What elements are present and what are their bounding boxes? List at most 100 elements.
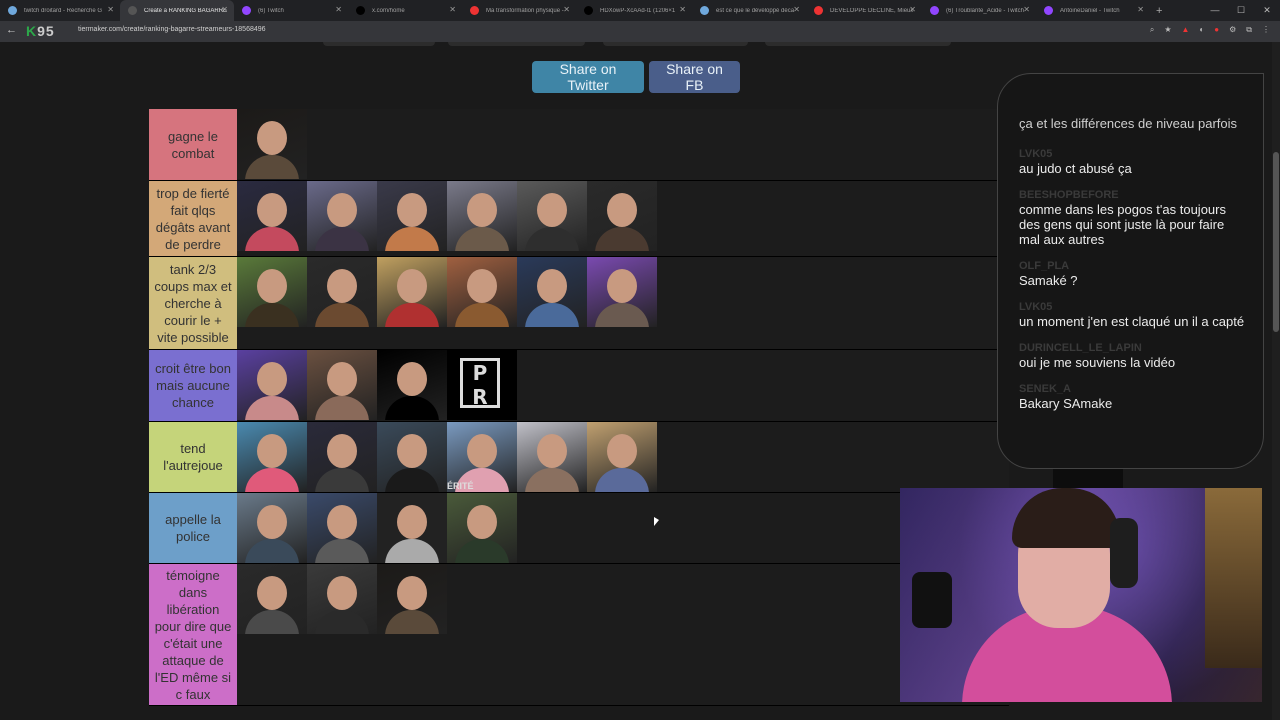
streamer-avatar[interactable] (517, 257, 587, 327)
tier-items (237, 257, 657, 349)
avatar-face (327, 269, 357, 303)
avatar-face (397, 576, 427, 610)
streamer-avatar[interactable] (587, 181, 657, 251)
streamer-avatar[interactable] (307, 422, 377, 492)
close-tab-icon[interactable]: ✕ (1137, 5, 1144, 14)
browser-tab[interactable]: twitch droitard - Recherche G ✕ (0, 0, 120, 21)
streamer-avatar[interactable] (377, 493, 447, 563)
scrollbar-thumb[interactable] (1273, 152, 1279, 332)
streamer-avatar[interactable] (307, 257, 377, 327)
streamer-avatar[interactable] (517, 181, 587, 251)
extension-icon[interactable]: ▲ (1182, 25, 1190, 35)
streamer-avatar[interactable] (307, 350, 377, 420)
streamer-avatar[interactable]: P R (447, 350, 517, 420)
streamer-avatar[interactable] (377, 350, 447, 420)
streamer-avatar[interactable]: ÉRITÉ (447, 422, 517, 492)
chat-username: LVK05 (1019, 148, 1053, 160)
browser-tab[interactable]: DÉVELOPPÉ DÉCLINÉ, Mieux ✕ (806, 0, 922, 21)
maximize-icon[interactable]: ☐ (1228, 0, 1254, 21)
close-tab-icon[interactable]: ✕ (563, 5, 570, 14)
site-logo[interactable]: K95 (26, 23, 72, 40)
settings-icon[interactable]: ⚙ (1229, 25, 1236, 35)
tier-label[interactable]: tend l'autrejoue (149, 422, 237, 492)
tier-label[interactable]: appelle la police (149, 493, 237, 563)
avatar-face (467, 269, 497, 303)
address-bar[interactable]: tiermaker.com/create/ranking-bagarre-str… (78, 26, 266, 33)
back-arrow-icon[interactable]: ← (6, 24, 17, 36)
browser-tab[interactable]: HDXowP-XcAAd-l1 (1206×1 ✕ (576, 0, 692, 21)
record-icon[interactable]: ● (1214, 25, 1219, 35)
tier-list: gagne le combat trop de fierté fait qlqs … (149, 109, 1009, 706)
streamer-avatar[interactable] (237, 257, 307, 327)
tier-items (237, 493, 517, 563)
avatar-body (245, 468, 299, 492)
close-tab-icon[interactable]: ✕ (679, 5, 686, 14)
scrollbar[interactable] (1272, 42, 1280, 720)
streamer-avatar[interactable] (517, 422, 587, 492)
streamer-avatar[interactable] (447, 493, 517, 563)
browser-tab[interactable]: Ma transformation physique - ✕ (462, 0, 576, 21)
extension-icon[interactable]: ◐ (1199, 25, 1204, 35)
close-tab-icon[interactable]: ✕ (449, 5, 456, 14)
streamer-avatar[interactable] (237, 422, 307, 492)
close-tab-icon[interactable]: ✕ (107, 5, 114, 14)
new-tab-button[interactable]: + (1156, 5, 1162, 17)
browser-tab[interactable]: est ce que le développé déca ✕ (692, 0, 806, 21)
browser-tab[interactable]: AntoineDaniel - Twitch ✕ (1036, 0, 1150, 21)
streamer-avatar[interactable] (587, 422, 657, 492)
avatar-body (595, 303, 649, 327)
streamer-avatar[interactable] (237, 350, 307, 420)
close-tab-icon[interactable]: ✕ (793, 5, 800, 14)
close-tab-icon[interactable]: ✕ (335, 5, 342, 14)
button-stub[interactable] (323, 42, 435, 46)
browser-tab[interactable]: (6) Twitch ✕ (234, 0, 348, 21)
streamer-avatar[interactable] (237, 181, 307, 251)
close-tab-icon[interactable]: ✕ (221, 5, 228, 14)
tab-groups-icon[interactable]: ⧉ (1246, 25, 1252, 35)
streamer-avatar[interactable] (237, 493, 307, 563)
close-window-icon[interactable]: ✕ (1254, 0, 1280, 21)
streamer-avatar[interactable] (307, 181, 377, 251)
streamer-avatar[interactable] (377, 257, 447, 327)
menu-icon[interactable]: ⋮ (1262, 25, 1270, 35)
button-stub[interactable] (765, 42, 951, 46)
tier-label[interactable]: croit être bon mais aucune chance (149, 350, 237, 421)
streamer-avatar[interactable] (447, 257, 517, 327)
tier-label[interactable]: témoigne dans libération pour dire que c… (149, 564, 237, 705)
streamer-avatar[interactable] (377, 564, 447, 634)
close-tab-icon[interactable]: ✕ (909, 5, 916, 14)
streamer-avatar[interactable] (377, 181, 447, 251)
browser-tab[interactable]: Create a RANKING BAGARRE ✕ (120, 0, 234, 21)
streamer-avatar[interactable] (307, 493, 377, 563)
zoom-icon[interactable]: ⌕ (1150, 25, 1154, 35)
tab-favicon-icon (700, 6, 709, 15)
chat-message-text: Bakary SAmake (1019, 396, 1113, 411)
browser-tab[interactable]: (6) Troublante_Acide - Twitch ✕ (922, 0, 1036, 21)
window-controls: — ☐ ✕ (1202, 0, 1280, 21)
tier-label[interactable]: tank 2/3 coups max et cherche à courir l… (149, 257, 237, 349)
close-tab-icon[interactable]: ✕ (1023, 5, 1030, 14)
streamer-avatar[interactable] (307, 564, 377, 634)
share-twitter-button[interactable]: Share on Twitter (532, 61, 644, 93)
overlay-divider (1053, 469, 1123, 488)
tier-label[interactable]: trop de fierté fait qlqs dégâts avant de… (149, 181, 237, 256)
minimize-icon[interactable]: — (1202, 0, 1228, 21)
streamer-avatar[interactable] (587, 257, 657, 327)
button-stub[interactable] (603, 42, 748, 46)
share-fb-button[interactable]: Share on FB (649, 61, 740, 93)
browser-tab[interactable]: x.com/home ✕ (348, 0, 462, 21)
streamer-avatar[interactable] (447, 181, 517, 251)
chat-message: BEESHOPBEFORE comme dans les pogos t'as t… (1019, 188, 1247, 247)
streamer-avatar[interactable] (237, 109, 307, 179)
tier-items (237, 564, 447, 705)
chat-username: SENEK_A (1019, 383, 1071, 395)
avatar-face (537, 434, 567, 468)
streamer-avatar[interactable] (237, 564, 307, 634)
avatar-face (537, 269, 567, 303)
streamer-avatar[interactable] (377, 422, 447, 492)
tier-label[interactable]: gagne le combat (149, 109, 237, 180)
button-stub[interactable] (448, 42, 585, 46)
avatar-body (525, 468, 579, 492)
bookmark-star-icon[interactable]: ★ (1164, 25, 1171, 35)
headset-icon (1110, 518, 1138, 588)
